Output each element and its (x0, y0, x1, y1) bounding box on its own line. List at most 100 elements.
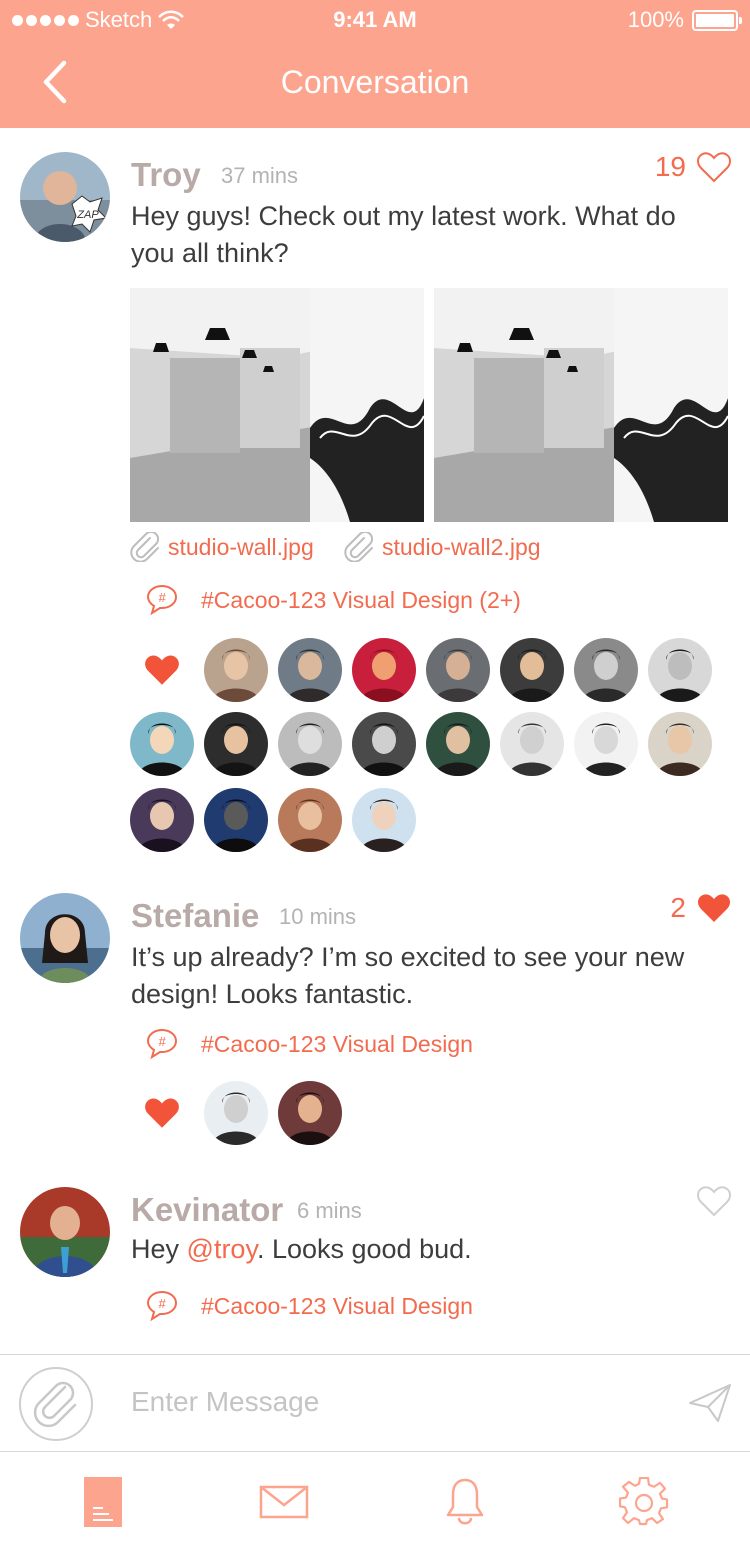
liker-avatar[interactable] (648, 712, 712, 776)
channel-tag[interactable]: #Cacoo-123 Visual Design (145, 1289, 473, 1323)
avatar-image (20, 1187, 110, 1277)
attachment-name: studio-wall2.jpg (382, 533, 541, 560)
avatar-image (130, 712, 194, 776)
attachment-photo[interactable] (434, 288, 728, 522)
liker-avatar[interactable] (648, 638, 712, 702)
avatar[interactable] (20, 1187, 110, 1277)
paperclip-icon (344, 532, 374, 562)
liker-avatar[interactable] (204, 1081, 268, 1145)
author-name[interactable]: Troy (131, 156, 201, 194)
avatar-image (20, 893, 110, 983)
liker-avatar[interactable] (278, 712, 342, 776)
hashtag-bubble-icon (147, 585, 177, 614)
tab-messages[interactable] (254, 1474, 314, 1530)
message-input[interactable] (131, 1382, 651, 1422)
liker-avatar[interactable] (204, 712, 268, 776)
avatar-image (278, 1081, 342, 1145)
liker-avatar[interactable] (426, 712, 490, 776)
header: Sketch 9:41 AM 100% Conversation (0, 0, 750, 128)
author-name[interactable]: Kevinator (131, 1191, 283, 1229)
message-text: Hey guys! Check out my latest work. What… (131, 201, 676, 268)
avatar-image (500, 712, 564, 776)
post-time: 37 mins (221, 163, 299, 188)
heart-outline-icon (697, 1186, 731, 1216)
tag-label: #Cacoo-123 Visual Design (201, 1292, 473, 1319)
send-button[interactable] (688, 1383, 732, 1428)
avatar-image (278, 712, 342, 776)
avatar-image (426, 712, 490, 776)
avatar-image (648, 638, 712, 702)
likers-list (130, 1081, 730, 1151)
avatar-image (204, 638, 268, 702)
liker-avatar[interactable] (278, 1081, 342, 1145)
hashtag-bubble-icon (147, 1029, 177, 1058)
likers-list (130, 638, 730, 858)
paperclip-icon (130, 532, 160, 562)
document-icon (84, 1477, 122, 1527)
avatar-image (500, 638, 564, 702)
heart-outline-icon (697, 152, 731, 182)
page-title: Conversation (280, 64, 470, 100)
author-name[interactable]: Stefanie (131, 897, 259, 935)
tab-settings[interactable] (614, 1474, 674, 1530)
channel-tag[interactable]: #Cacoo-123 Visual Design (145, 1027, 473, 1061)
like-button[interactable]: 2 (670, 891, 732, 925)
message-text: It’s up already? I’m so excited to see y… (131, 942, 685, 1009)
avatar-image (278, 788, 342, 852)
battery-label: 100% (627, 7, 684, 32)
like-count: 19 (654, 151, 686, 182)
avatar-image (130, 788, 194, 852)
heart-filled-icon (698, 894, 730, 922)
tab-conversations[interactable] (73, 1474, 133, 1530)
liker-avatar[interactable] (500, 712, 564, 776)
liker-avatar[interactable] (204, 788, 268, 852)
avatar[interactable]: ZAP (20, 152, 110, 242)
avatar-image (204, 788, 268, 852)
avatar-image (574, 638, 638, 702)
liker-avatar[interactable] (574, 712, 638, 776)
paperclip-icon (33, 1381, 77, 1428)
avatar-image (648, 712, 712, 776)
bell-icon (446, 1478, 484, 1525)
liker-avatar[interactable] (352, 788, 416, 852)
photo-image (130, 288, 424, 522)
attachment-link[interactable]: studio-wall2.jpg (344, 532, 541, 562)
tag-label: #Cacoo-123 Visual Design (201, 1030, 473, 1057)
gear-icon (619, 1477, 669, 1526)
message-text: Hey @troy. Looks good bud. (131, 1234, 472, 1264)
liker-avatar[interactable] (130, 712, 194, 776)
attachment-photo[interactable] (130, 288, 424, 522)
liker-avatar[interactable] (426, 638, 490, 702)
liker-avatar[interactable] (352, 712, 416, 776)
post-time: 6 mins (297, 1198, 362, 1223)
message-composer (0, 1354, 750, 1452)
liker-avatar[interactable] (130, 788, 194, 852)
liker-avatar[interactable] (204, 638, 268, 702)
liker-avatar[interactable] (574, 638, 638, 702)
like-button[interactable] (696, 1184, 732, 1218)
user-mention[interactable]: @troy (187, 1234, 257, 1264)
avatar-image (426, 638, 490, 702)
tab-notifications[interactable] (435, 1474, 495, 1530)
avatar-image (352, 638, 416, 702)
avatar[interactable] (20, 893, 110, 983)
hashtag-bubble-icon (147, 1291, 177, 1320)
liker-avatar[interactable] (278, 638, 342, 702)
avatar-image (352, 712, 416, 776)
tab-bar (0, 1452, 750, 1550)
photo-image (434, 288, 728, 522)
attachment-link[interactable]: studio-wall.jpg (130, 532, 314, 562)
liker-avatar[interactable] (278, 788, 342, 852)
like-count: 2 (670, 892, 686, 923)
mail-icon (259, 1485, 309, 1519)
avatar-image (574, 712, 638, 776)
post-time: 10 mins (279, 904, 357, 929)
avatar-image (278, 638, 342, 702)
liker-avatar[interactable] (352, 638, 416, 702)
liker-avatar[interactable] (500, 638, 564, 702)
like-button[interactable]: 19 (655, 150, 732, 184)
paper-plane-icon (689, 1384, 731, 1422)
attach-button[interactable] (19, 1367, 93, 1441)
tag-label: #Cacoo-123 Visual Design (2+) (201, 586, 521, 613)
channel-tag[interactable]: #Cacoo-123 Visual Design (2+) (145, 583, 521, 617)
